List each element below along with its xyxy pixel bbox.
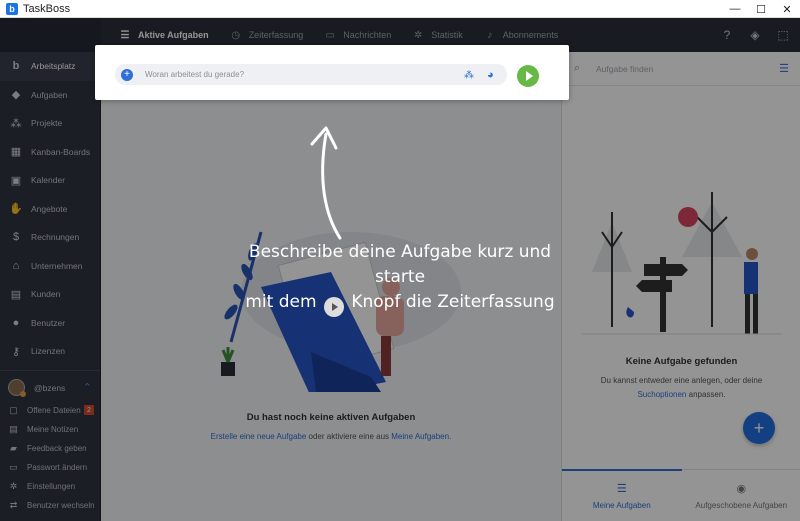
hint-line1: Beschreibe deine Aufgabe kurz und starte [248,242,552,287]
start-timer-button[interactable] [517,65,539,87]
hint-line2-after: Knopf die Zeiterfassung [345,292,555,312]
palette-icon[interactable]: ◕ [487,69,494,81]
app-logo-icon: b [6,2,18,15]
task-entry-spotlight: + Woran arbeitest du gerade? ⁂ ◕ [95,45,569,100]
project-tree-icon[interactable]: ⁂ [464,70,474,81]
play-button-icon [323,297,344,317]
minimize-button[interactable]: — [722,0,748,18]
close-button[interactable]: ✕ [774,0,800,18]
onboarding-hint: Beschreibe deine Aufgabe kurz und starte… [230,240,570,317]
add-icon[interactable]: + [121,68,133,81]
window-title: TaskBoss [23,2,71,15]
window-titlebar: b TaskBoss — ☐ ✕ [0,0,800,18]
hint-arrow [310,126,342,240]
hint-line2-before: mit dem [245,292,322,312]
maximize-button[interactable]: ☐ [748,0,774,18]
task-entry-input[interactable]: Woran arbeitest du gerade? [145,70,244,79]
task-entry-field[interactable]: + Woran arbeitest du gerade? [115,64,507,85]
